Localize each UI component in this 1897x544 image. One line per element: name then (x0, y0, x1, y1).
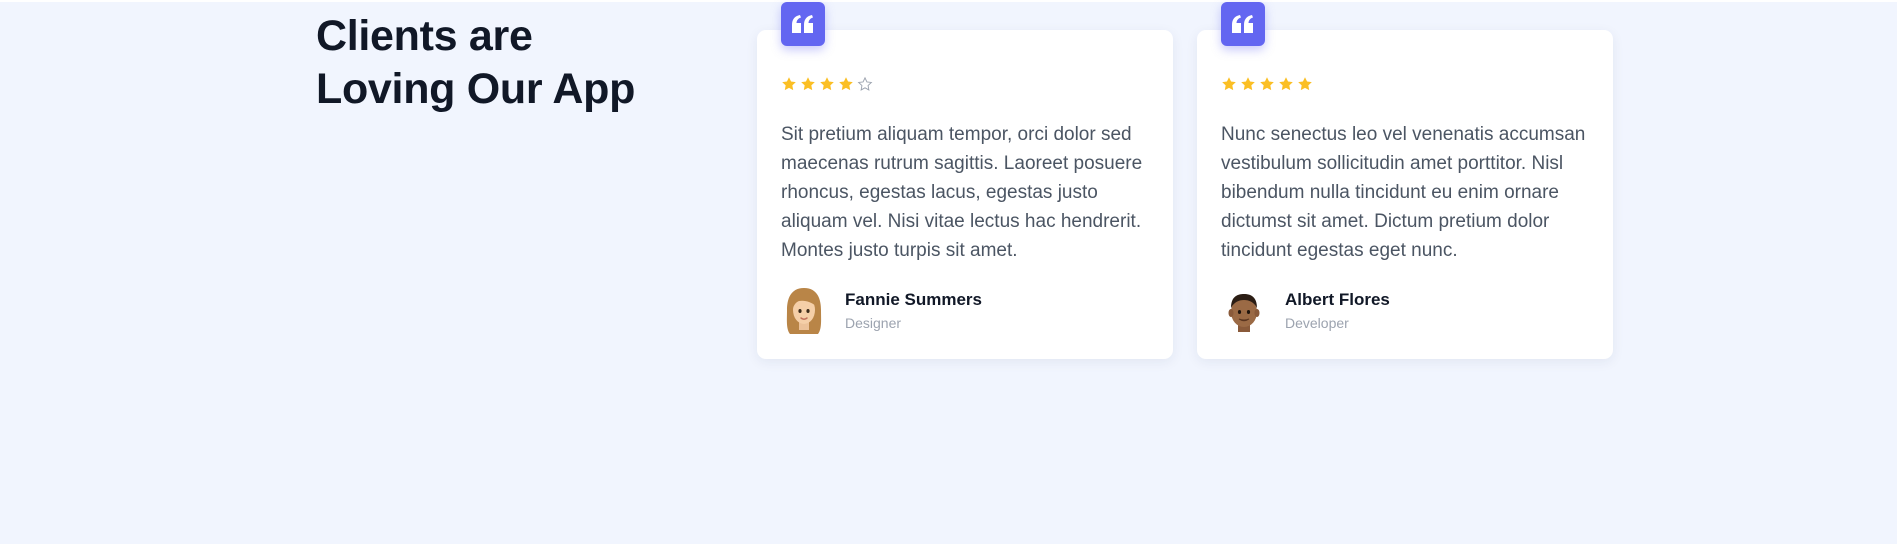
testimonial-author: Albert Flores Developer (1221, 286, 1390, 336)
star-filled-icon (781, 76, 797, 92)
star-rating (1221, 76, 1313, 92)
testimonial-author: Fannie Summers Designer (781, 286, 982, 336)
female-memoji-avatar-icon (786, 288, 822, 334)
star-empty-icon (857, 76, 873, 92)
top-divider (0, 0, 1897, 2)
quote-icon (1221, 2, 1265, 46)
author-name: Fannie Summers (845, 290, 982, 309)
testimonial-text: Sit pretium aliquam tempor, orci dolor s… (781, 124, 1143, 261)
star-filled-icon (838, 76, 854, 92)
section-heading: Clients are Loving Our App (316, 12, 636, 113)
star-filled-icon (1278, 76, 1294, 92)
quote-icon (781, 2, 825, 46)
testimonial-text: Nunc senectus leo vel venenatis accumsan… (1221, 124, 1586, 261)
male-memoji-avatar-icon (1228, 294, 1260, 332)
author-role: Designer (845, 315, 902, 331)
star-filled-icon (1297, 76, 1313, 92)
author-role: Developer (1285, 315, 1349, 331)
star-filled-icon (1240, 76, 1256, 92)
testimonial-card: Nunc senectus leo vel venenatis accumsan… (1197, 2, 1613, 359)
star-filled-icon (1221, 76, 1237, 92)
star-filled-icon (1259, 76, 1275, 92)
star-filled-icon (800, 76, 816, 92)
testimonial-card: Sit pretium aliquam tempor, orci dolor s… (757, 2, 1173, 359)
star-rating (781, 76, 873, 92)
star-filled-icon (819, 76, 835, 92)
author-name: Albert Flores (1285, 290, 1390, 309)
